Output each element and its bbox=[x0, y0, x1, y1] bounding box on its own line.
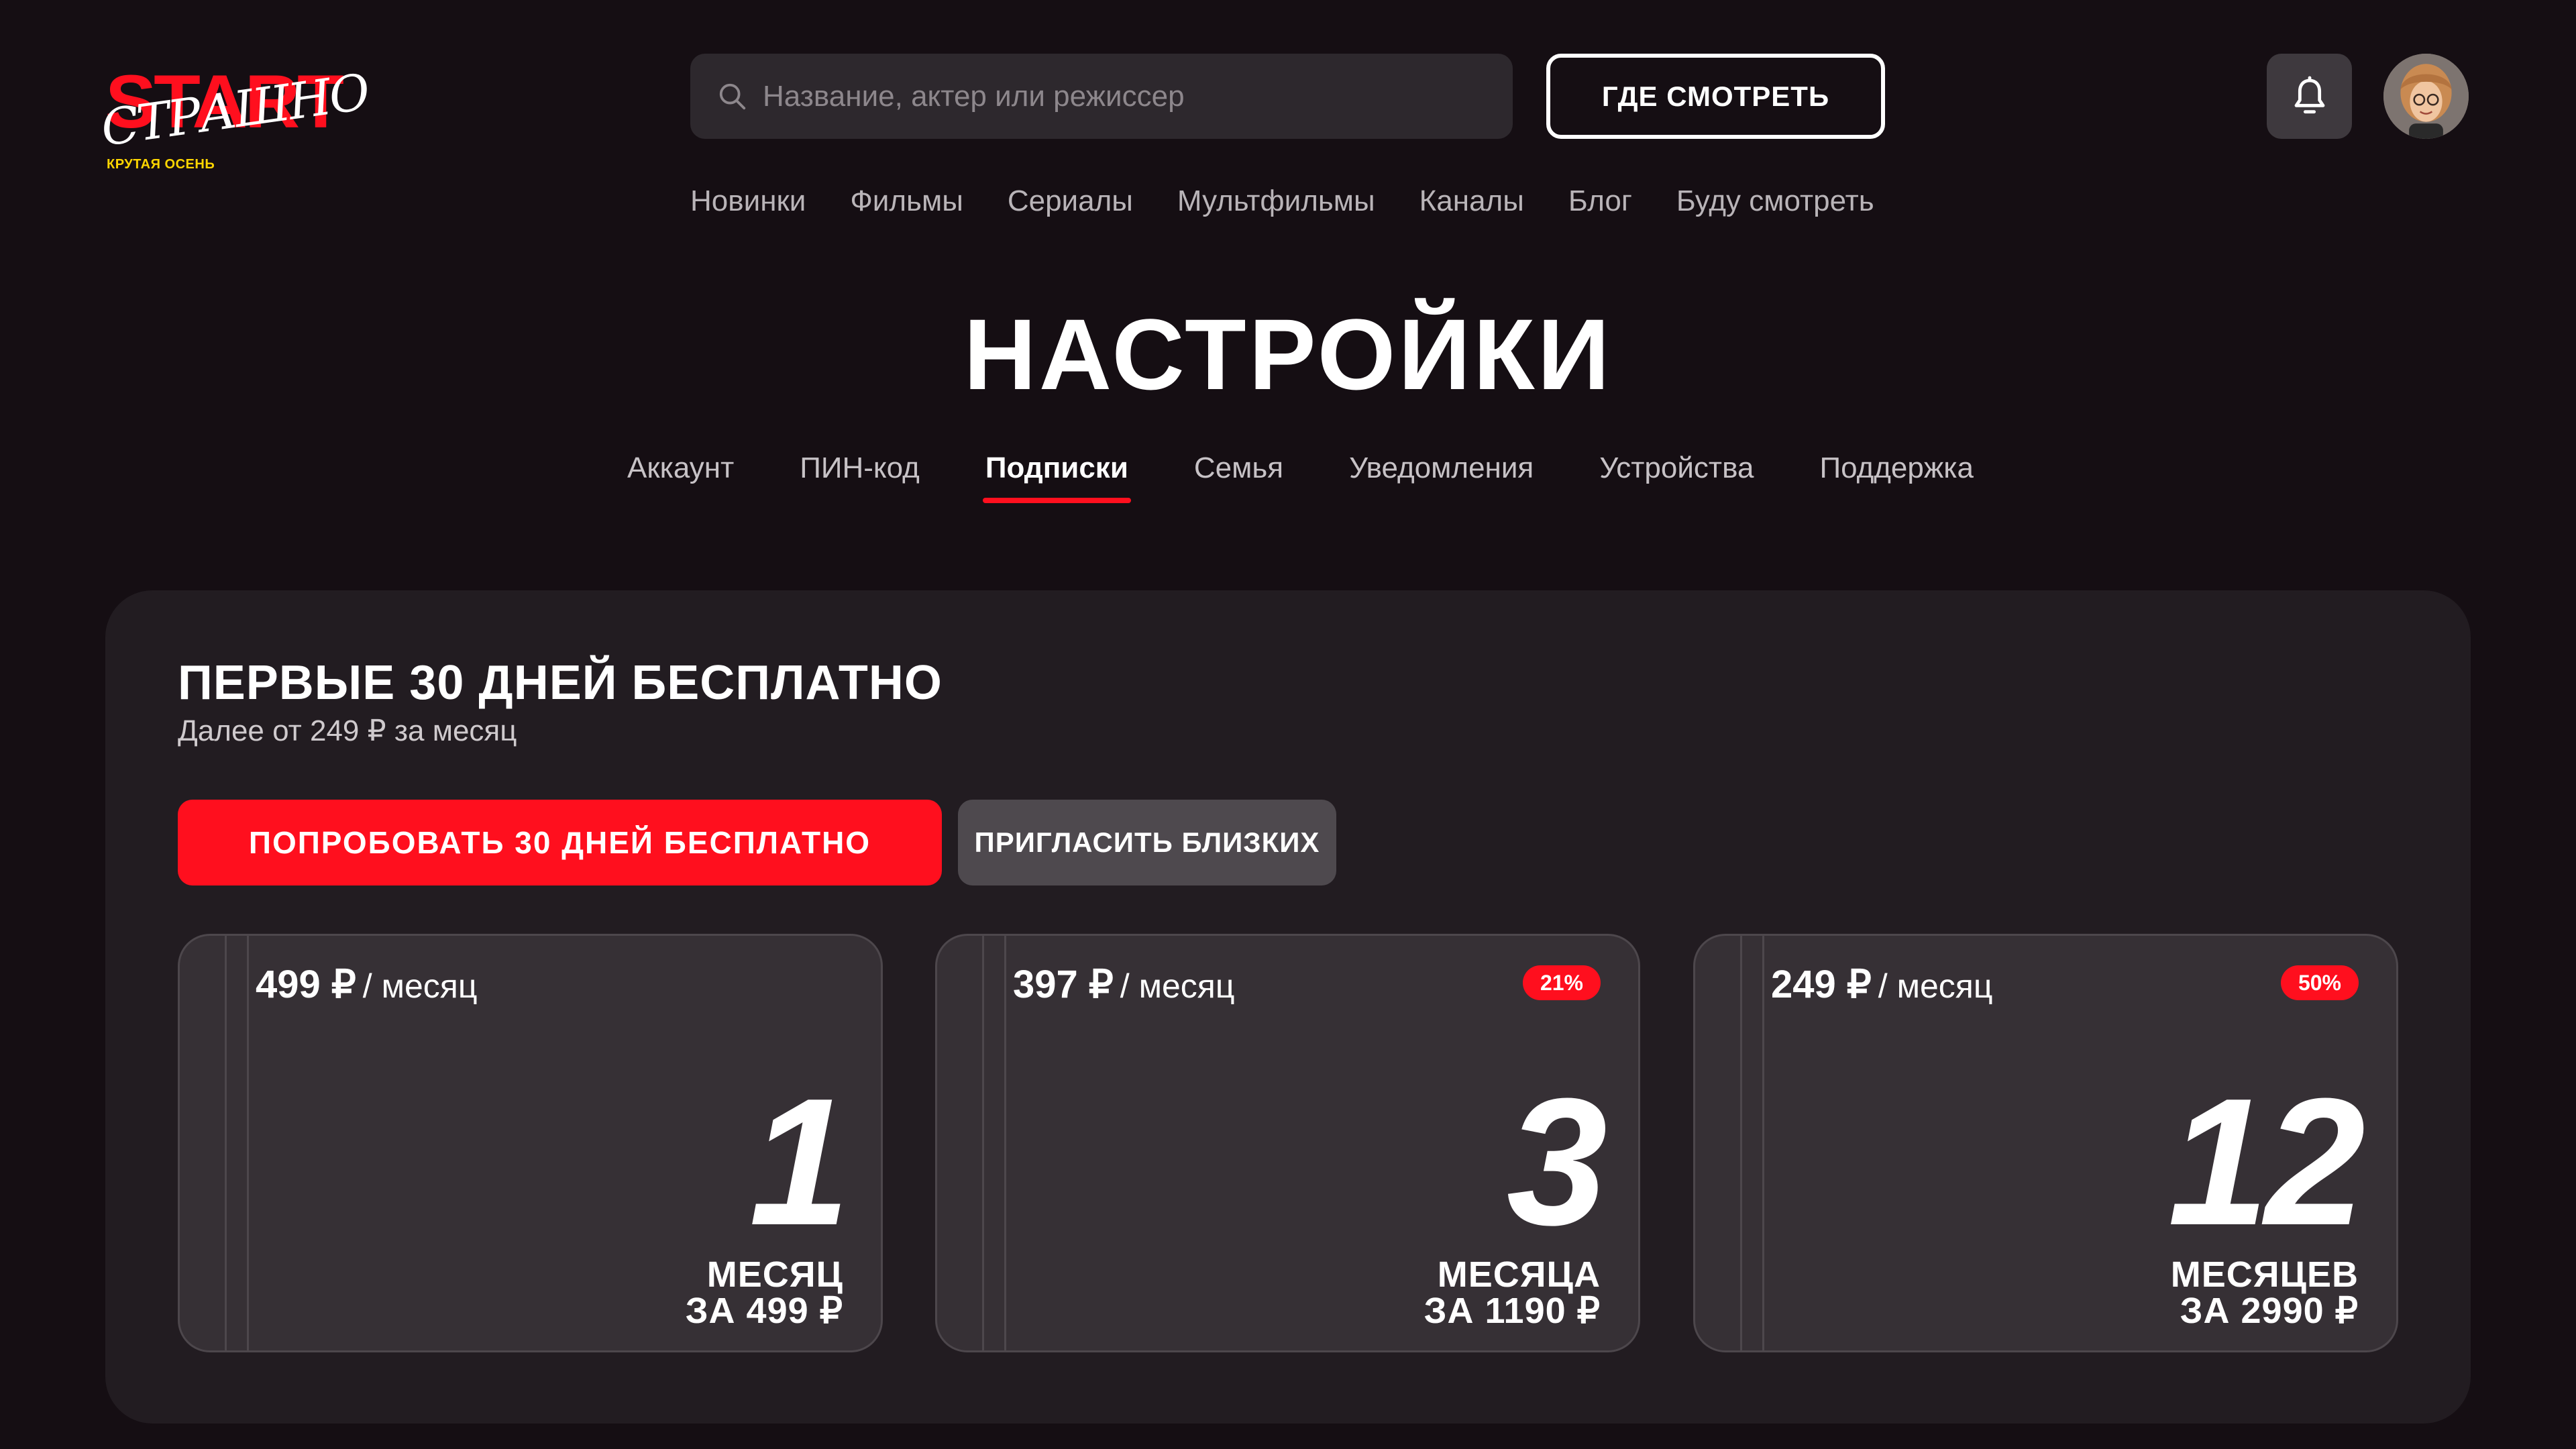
plan-term: МЕСЯЦА ЗА 1190 ₽ bbox=[1424, 1256, 1601, 1329]
plan-term-total: ЗА 2990 ₽ bbox=[2180, 1291, 2359, 1331]
search-box[interactable] bbox=[690, 54, 1513, 139]
page-title: НАСТРОЙКИ bbox=[963, 298, 1613, 411]
card-decor-line bbox=[225, 936, 227, 1350]
bell-icon bbox=[2294, 76, 2324, 113]
try-free-button[interactable]: ПОПРОБОВАТЬ 30 ДНЕЙ БЕСПЛАТНО bbox=[178, 800, 942, 885]
main-nav: Новинки Фильмы Сериалы Мультфильмы Канал… bbox=[690, 181, 1874, 221]
card-decor-line bbox=[1762, 936, 1764, 1350]
nav-item-series[interactable]: Сериалы bbox=[1008, 181, 1133, 221]
tab-subscriptions[interactable]: Подписки bbox=[982, 448, 1131, 508]
tab-support[interactable]: Поддержка bbox=[1819, 448, 1974, 508]
plan-price-period: / месяц bbox=[1878, 967, 1993, 1005]
where-to-watch-button[interactable]: ГДЕ СМОТРЕТЬ bbox=[1546, 54, 1885, 139]
tab-account[interactable]: Аккаунт bbox=[627, 448, 734, 508]
nav-item-blog[interactable]: Блог bbox=[1568, 181, 1632, 221]
plan-price-amount: 499 ₽ bbox=[256, 963, 356, 1006]
app-root: START СТРАШНО КРУТАЯ ОСЕНЬ ГДЕ СМОТРЕТЬ bbox=[0, 0, 2576, 1449]
notifications-button[interactable] bbox=[2267, 54, 2352, 139]
plan-term-unit: МЕСЯЦЕВ bbox=[2170, 1254, 2359, 1295]
plan-term: МЕСЯЦ ЗА 499 ₽ bbox=[686, 1256, 843, 1329]
promo-title: ПЕРВЫЕ 30 ДНЕЙ БЕСПЛАТНО bbox=[178, 656, 943, 710]
plan-term-total: ЗА 1190 ₽ bbox=[1424, 1291, 1601, 1331]
plan-term-unit: МЕСЯЦ bbox=[706, 1254, 843, 1295]
nav-item-new[interactable]: Новинки bbox=[690, 181, 806, 221]
plan-term-total: ЗА 499 ₽ bbox=[685, 1291, 843, 1331]
avatar-image bbox=[2383, 54, 2469, 139]
subscription-panel: ПЕРВЫЕ 30 ДНЕЙ БЕСПЛАТНО Далее от 249 ₽ … bbox=[105, 590, 2471, 1424]
settings-tabs: Аккаунт ПИН-код Подписки Семья Уведомлен… bbox=[627, 448, 1974, 508]
card-decor-line bbox=[1004, 936, 1006, 1350]
plan-duration-number: 1 bbox=[749, 1061, 850, 1263]
plan-price-period: / месяц bbox=[1120, 967, 1235, 1005]
card-decor-line bbox=[982, 936, 984, 1350]
plan-price: 249 ₽ / месяц bbox=[1771, 961, 1992, 1007]
plan-duration-number: 12 bbox=[2167, 1061, 2365, 1263]
tab-pin[interactable]: ПИН-код bbox=[800, 448, 920, 508]
plan-term-unit: МЕСЯЦА bbox=[1437, 1254, 1601, 1295]
plan-card-3-months[interactable]: 397 ₽ / месяц 21% 3 МЕСЯЦА ЗА 1190 ₽ bbox=[935, 934, 1640, 1352]
discount-badge: 50% bbox=[2280, 965, 2359, 1000]
plan-duration-number: 3 bbox=[1506, 1061, 1607, 1263]
plan-card-12-months[interactable]: 249 ₽ / месяц 50% 12 МЕСЯЦЕВ ЗА 2990 ₽ bbox=[1693, 934, 2398, 1352]
tab-family[interactable]: Семья bbox=[1194, 448, 1283, 508]
nav-item-movies[interactable]: Фильмы bbox=[850, 181, 963, 221]
card-decor-line bbox=[1740, 936, 1742, 1350]
search-icon bbox=[719, 83, 746, 109]
search-input[interactable] bbox=[763, 79, 1501, 113]
tab-devices[interactable]: Устройства bbox=[1599, 448, 1754, 508]
plan-price-amount: 397 ₽ bbox=[1013, 963, 1114, 1006]
plan-card-1-month[interactable]: 499 ₽ / месяц 1 МЕСЯЦ ЗА 499 ₽ bbox=[178, 934, 883, 1352]
user-avatar[interactable] bbox=[2383, 54, 2469, 139]
plan-price: 397 ₽ / месяц bbox=[1013, 961, 1234, 1007]
invite-family-button[interactable]: ПРИГЛАСИТЬ БЛИЗКИХ bbox=[958, 800, 1336, 885]
nav-item-cartoons[interactable]: Мультфильмы bbox=[1177, 181, 1375, 221]
card-decor-line bbox=[247, 936, 249, 1350]
logo-tagline: КРУТАЯ ОСЕНЬ bbox=[107, 157, 215, 172]
promo-subtitle: Далее от 249 ₽ за месяц bbox=[178, 714, 517, 747]
nav-item-channels[interactable]: Каналы bbox=[1419, 181, 1524, 221]
plan-price: 499 ₽ / месяц bbox=[256, 961, 477, 1007]
tab-notifications[interactable]: Уведомления bbox=[1349, 448, 1534, 508]
nav-item-watchlist[interactable]: Буду смотреть bbox=[1676, 181, 1874, 221]
plan-price-period: / месяц bbox=[362, 967, 478, 1005]
plan-price-amount: 249 ₽ bbox=[1771, 963, 1872, 1006]
logo[interactable]: START СТРАШНО КРУТАЯ ОСЕНЬ bbox=[97, 63, 400, 178]
discount-badge: 21% bbox=[1522, 965, 1601, 1000]
plan-term: МЕСЯЦЕВ ЗА 2990 ₽ bbox=[2171, 1256, 2359, 1329]
